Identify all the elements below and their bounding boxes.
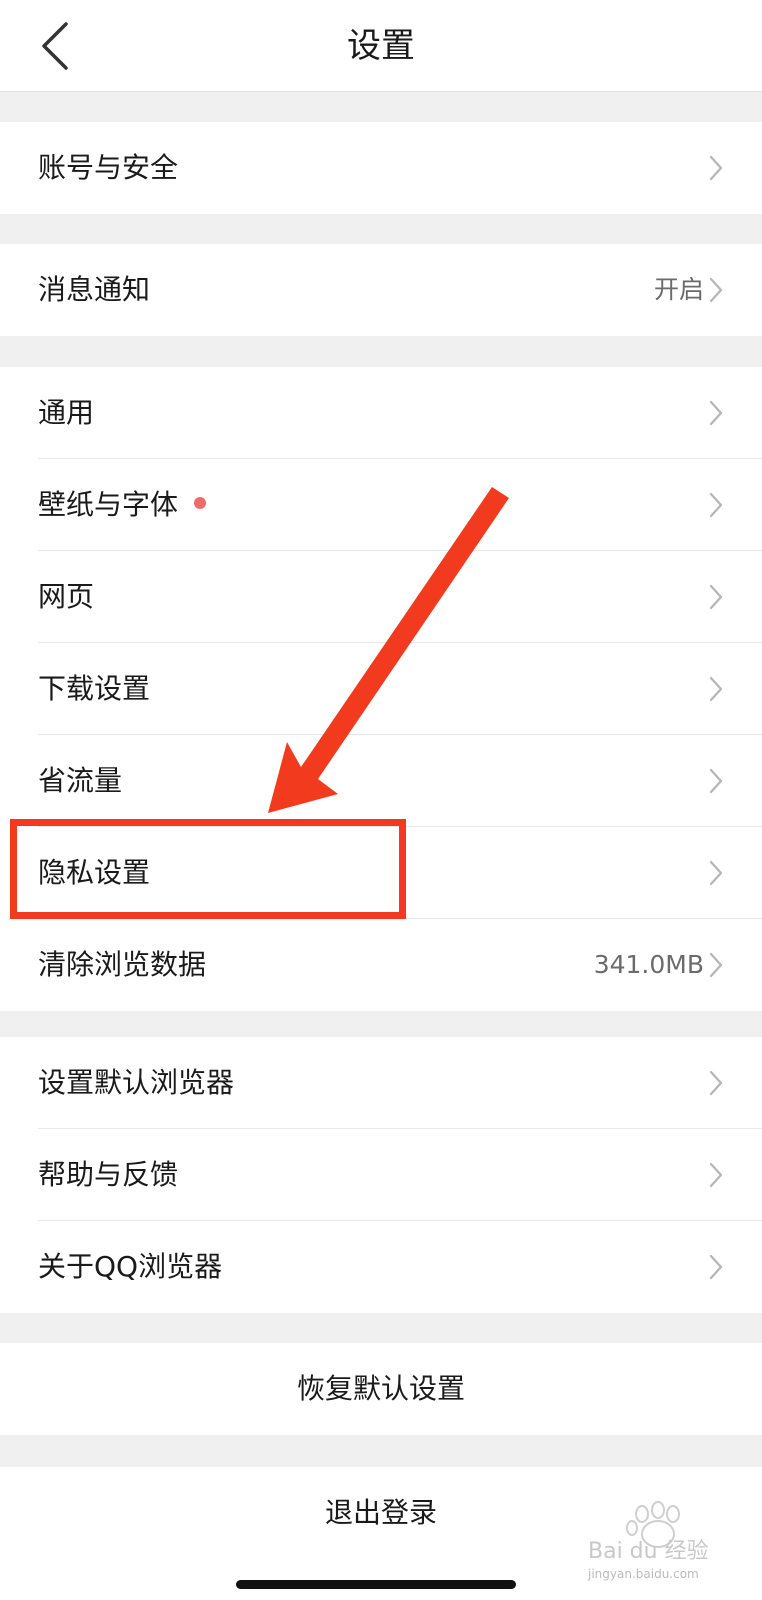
settings-row-notification[interactable]: 消息通知 开启 <box>0 244 762 336</box>
back-button[interactable] <box>30 20 82 72</box>
chevron-right-icon <box>709 676 723 702</box>
chevron-right-icon <box>709 277 723 303</box>
settings-group-account: 账号与安全 <box>0 122 762 214</box>
watermark-brand: Bai du 经验 <box>588 1539 709 1564</box>
settings-row-privacy[interactable]: 隐私设置 <box>0 827 762 919</box>
row-label: 帮助与反馈 <box>38 1158 179 1191</box>
nav-bar: 设置 <box>0 0 762 92</box>
row-value: 开启 <box>653 275 704 304</box>
chevron-right-icon <box>709 400 723 426</box>
restore-defaults-label: 恢复默认设置 <box>296 1372 465 1405</box>
restore-defaults-button[interactable]: 恢复默认设置 <box>0 1343 762 1435</box>
row-label: 账号与安全 <box>38 151 179 184</box>
chevron-right-icon <box>709 860 723 886</box>
settings-group-general: 通用 壁纸与字体 网页 下载设置 省流量 隐私设置 清除浏览数据 341.0MB <box>0 367 762 1011</box>
settings-row-account-security[interactable]: 账号与安全 <box>0 122 762 214</box>
chevron-right-icon <box>709 768 723 794</box>
row-value: 341.0MB <box>593 950 704 979</box>
row-label: 网页 <box>38 580 95 613</box>
chevron-right-icon <box>709 1162 723 1188</box>
chevron-right-icon <box>709 952 723 978</box>
home-indicator <box>236 1580 516 1589</box>
row-label: 隐私设置 <box>38 856 151 889</box>
watermark-text: Bai du 经验 jingyan.baidu.com <box>588 1539 709 1581</box>
red-dot-badge <box>194 497 207 509</box>
row-label: 关于QQ浏览器 <box>38 1250 223 1283</box>
settings-row-wallpaper-font[interactable]: 壁纸与字体 <box>0 459 762 551</box>
settings-row-data-saver[interactable]: 省流量 <box>0 735 762 827</box>
settings-row-about[interactable]: 关于QQ浏览器 <box>0 1221 762 1313</box>
settings-row-download[interactable]: 下载设置 <box>0 643 762 735</box>
row-label: 壁纸与字体 <box>38 459 207 551</box>
row-label: 省流量 <box>38 764 123 797</box>
row-label-text: 壁纸与字体 <box>38 488 179 521</box>
chevron-right-icon <box>709 155 723 181</box>
row-label: 消息通知 <box>38 273 151 306</box>
row-label: 设置默认浏览器 <box>38 1066 235 1099</box>
row-label: 通用 <box>38 396 95 429</box>
chevron-right-icon <box>709 1070 723 1096</box>
settings-group-notification: 消息通知 开启 <box>0 244 762 336</box>
chevron-right-icon <box>709 1254 723 1280</box>
page-title: 设置 <box>347 26 415 66</box>
settings-row-help-feedback[interactable]: 帮助与反馈 <box>0 1129 762 1221</box>
settings-group-about: 设置默认浏览器 帮助与反馈 关于QQ浏览器 <box>0 1037 762 1313</box>
settings-row-default-browser[interactable]: 设置默认浏览器 <box>0 1037 762 1129</box>
settings-row-general[interactable]: 通用 <box>0 367 762 459</box>
watermark-sub: jingyan.baidu.com <box>588 1567 699 1581</box>
chevron-left-icon <box>42 22 68 70</box>
row-label: 清除浏览数据 <box>38 948 207 981</box>
row-label: 下载设置 <box>38 672 151 705</box>
logout-label: 退出登录 <box>324 1496 437 1529</box>
chevron-right-icon <box>709 584 723 610</box>
settings-row-webpage[interactable]: 网页 <box>0 551 762 643</box>
chevron-right-icon <box>709 492 723 518</box>
settings-row-clear-data[interactable]: 清除浏览数据 341.0MB <box>0 919 762 1011</box>
